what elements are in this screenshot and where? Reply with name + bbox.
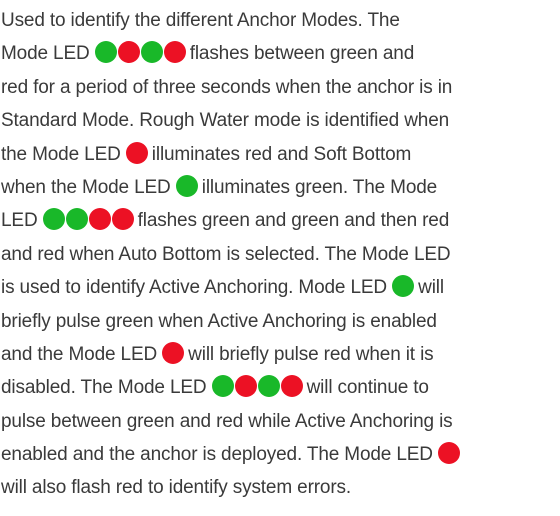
text-line: and red when Auto Bottom is selected. Th…: [1, 238, 557, 271]
text-segment: will briefly pulse red when it is: [188, 343, 434, 365]
text-segment: disabled. The Mode LED: [1, 377, 212, 399]
green-led-icon: [42, 208, 65, 231]
red-led-icon: [111, 208, 134, 231]
text-segment: flashes between green and: [189, 43, 415, 65]
text-segment: when the Mode LED: [1, 176, 176, 198]
text-line: briefly pulse green when Active Anchorin…: [1, 305, 557, 338]
green-led-icon: [211, 375, 234, 398]
text-segment: will: [418, 277, 444, 299]
text-segment: Standard Mode. Rough Water mode is ident…: [1, 110, 450, 132]
text-line: will also flash red to identify system e…: [1, 471, 557, 504]
text-segment: Mode LED: [1, 43, 95, 65]
text-line: disabled. The Mode LED will continue to: [1, 371, 557, 404]
red-led-icon: [280, 375, 303, 398]
text-line: and the Mode LED will briefly pulse red …: [1, 338, 557, 371]
text-segment: illuminates green. The Mode: [201, 176, 438, 198]
red-led-icon: [162, 341, 185, 364]
red-led-icon: [234, 375, 257, 398]
text-segment: will also flash red to identify system e…: [1, 477, 351, 499]
text-line: when the Mode LED illuminates green. The…: [1, 171, 557, 204]
text-segment: briefly pulse green when Active Anchorin…: [1, 310, 437, 332]
text-line: Mode LED flashes between green and: [1, 37, 557, 70]
text-segment: flashes green and green and then red: [137, 210, 450, 232]
green-led-icon: [65, 208, 88, 231]
red-led-icon: [163, 41, 186, 64]
text-segment: the Mode LED: [1, 143, 126, 165]
text-segment: and the Mode LED: [1, 343, 163, 365]
led-indicator-group: [211, 371, 304, 404]
document-body: Used to identify the different Anchor Mo…: [1, 4, 557, 505]
green-led-icon: [140, 41, 163, 64]
text-line: enabled and the anchor is deployed. The …: [1, 438, 557, 471]
text-segment: enabled and the anchor is deployed. The …: [1, 444, 438, 466]
led-indicator-group: [42, 204, 135, 237]
led-indicator-group: [175, 171, 199, 204]
text-line: pulse between green and red while Active…: [1, 405, 557, 438]
text-line: Used to identify the different Anchor Mo…: [1, 4, 557, 37]
led-indicator-group: [438, 438, 461, 471]
green-led-icon: [175, 174, 198, 197]
paragraph: Used to identify the different Anchor Mo…: [1, 4, 557, 505]
red-led-icon: [125, 141, 148, 164]
text-segment: red for a period of three seconds when t…: [1, 76, 453, 98]
text-segment: Used to identify the different Anchor Mo…: [1, 10, 400, 31]
green-led-icon: [94, 41, 117, 64]
text-segment: and red when Auto Bottom is selected. Th…: [1, 243, 451, 265]
text-segment: will continue to: [306, 377, 429, 399]
green-led-icon: [392, 275, 415, 298]
text-line: is used to identify Active Anchoring. Mo…: [1, 271, 557, 304]
led-indicator-group: [94, 37, 187, 70]
led-indicator-group: [392, 271, 415, 304]
text-segment: LED: [1, 210, 43, 232]
text-line: LED flashes green and green and then red: [1, 204, 557, 237]
red-led-icon: [117, 41, 140, 64]
text-line: red for a period of three seconds when t…: [1, 71, 557, 104]
red-led-icon: [438, 442, 460, 465]
text-line: the Mode LED illuminates red and Soft Bo…: [1, 138, 557, 171]
led-indicator-group: [162, 338, 185, 371]
text-segment: pulse between green and red while Active…: [1, 410, 453, 432]
green-led-icon: [257, 375, 280, 398]
led-indicator-group: [125, 138, 149, 171]
text-line: Standard Mode. Rough Water mode is ident…: [1, 104, 557, 137]
text-segment: is used to identify Active Anchoring. Mo…: [1, 277, 393, 299]
text-segment: illuminates red and Soft Bottom: [151, 143, 412, 165]
red-led-icon: [88, 208, 111, 231]
